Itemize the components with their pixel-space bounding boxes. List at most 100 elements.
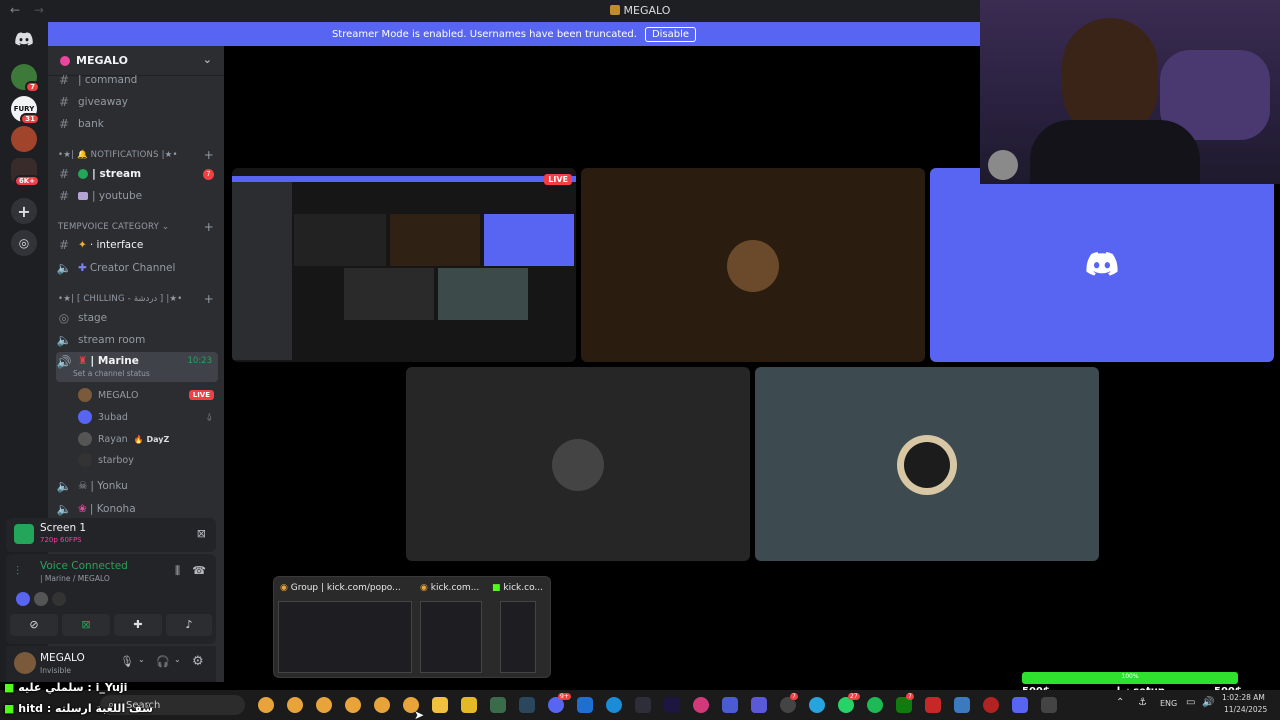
green-circle-icon: [78, 169, 88, 179]
noise-suppression-icon[interactable]: ⫼: [175, 564, 180, 578]
voice-channel[interactable]: | Marine / MEGALO: [40, 574, 110, 583]
stream-tile[interactable]: LIVE: [232, 168, 576, 362]
preview-thumb-3[interactable]: [500, 601, 536, 673]
discord-icon[interactable]: [1012, 697, 1028, 713]
webcam-overlay: [980, 0, 1280, 184]
voice-user[interactable]: starboy: [78, 450, 218, 470]
telegram-icon[interactable]: [809, 697, 825, 713]
channel-giveaway[interactable]: # giveaway: [56, 92, 218, 112]
screen-share-panel: Screen 1 720p 60FPS ⊠: [6, 518, 216, 552]
channel-status[interactable]: Set a channel status: [73, 369, 150, 378]
disconnect-icon[interactable]: ☎: [192, 564, 206, 577]
excel-icon[interactable]: [490, 697, 506, 713]
network-icon[interactable]: ▭: [1186, 697, 1195, 708]
screen-share-button[interactable]: ⊠: [62, 614, 110, 636]
user-tile-1[interactable]: [581, 168, 925, 362]
photoshop-icon[interactable]: [635, 697, 651, 713]
teams-icon[interactable]: [751, 697, 767, 713]
voice-user[interactable]: MEGALO LIVE: [78, 385, 218, 405]
chrome-icon[interactable]: [316, 697, 332, 713]
file-explorer-icon[interactable]: [432, 697, 448, 713]
app-icon[interactable]: [461, 697, 477, 713]
app-icon[interactable]: [954, 697, 970, 713]
chevron-down-icon[interactable]: ⌄: [174, 655, 181, 664]
user-tile-4[interactable]: [755, 367, 1099, 561]
chrome-icon[interactable]: [287, 697, 303, 713]
avatar[interactable]: [34, 592, 48, 606]
server-avatar-1[interactable]: 7: [11, 64, 40, 93]
taskbar-preview[interactable]: ◉ Group | kick.com/popo... ◉ kick.com...…: [273, 576, 551, 678]
soundboard-button[interactable]: ♪: [166, 614, 212, 636]
stop-stream-icon[interactable]: ⊠: [197, 527, 206, 540]
voice-status[interactable]: Voice Connected: [40, 560, 128, 572]
user-tile-2[interactable]: [930, 168, 1274, 362]
app-icon[interactable]: [1041, 697, 1057, 713]
app-icon[interactable]: [983, 697, 999, 713]
app-icon[interactable]: [577, 697, 593, 713]
chevron-down-icon[interactable]: ⌄: [138, 655, 145, 664]
disable-button[interactable]: Disable: [644, 26, 697, 42]
language-indicator[interactable]: ENG: [1160, 699, 1177, 708]
voice-user[interactable]: 3ubad ⍙: [78, 407, 218, 427]
tray-app-icon[interactable]: ⚓: [1138, 697, 1147, 708]
preview-thumb-1[interactable]: [278, 601, 412, 673]
chrome-icon[interactable]: [258, 697, 274, 713]
activities-button[interactable]: ✚: [114, 614, 162, 636]
edge-icon[interactable]: [606, 697, 622, 713]
preview-tab-2[interactable]: ◉ kick.com...: [420, 583, 490, 593]
spotify-icon[interactable]: [867, 697, 883, 713]
chrome-icon[interactable]: [374, 697, 390, 713]
preview-tab-3[interactable]: ■ kick.co...: [492, 583, 550, 593]
camera-off-button[interactable]: ⊘: [10, 614, 58, 636]
add-server-icon[interactable]: +: [11, 198, 37, 224]
steam-icon[interactable]: [519, 697, 535, 713]
settings-gear-icon[interactable]: ⚙: [192, 654, 204, 669]
channel-konoha[interactable]: 🔈 ❀ | Konoha: [56, 499, 218, 519]
channel-stream-room[interactable]: 🔈 stream room: [56, 330, 218, 350]
tray-chevron-icon[interactable]: ⌃: [1116, 697, 1124, 708]
avatar[interactable]: [16, 592, 30, 606]
preview-thumb-2[interactable]: [420, 601, 482, 673]
server-avatar-3[interactable]: [11, 126, 37, 152]
server-fury[interactable]: FURY 31: [11, 96, 40, 125]
kick-icon: ■: [4, 702, 15, 715]
voice-user[interactable]: Rayan 🔥 DayZ: [78, 429, 218, 449]
channel-creator[interactable]: 🔈 ✚ Creator Channel: [56, 258, 218, 278]
add-channel-icon[interactable]: +: [204, 148, 214, 162]
channel-youtube[interactable]: # | youtube: [56, 186, 218, 206]
avatar[interactable]: [14, 652, 36, 674]
avatar[interactable]: [52, 592, 66, 606]
premiere-icon[interactable]: [664, 697, 680, 713]
channel-interface[interactable]: # ✦ · interface: [56, 235, 218, 255]
screen-quality: 720p 60FPS: [40, 536, 82, 544]
username[interactable]: MEGALO: [40, 652, 85, 664]
user-tile-3[interactable]: [406, 367, 750, 561]
signal-icon[interactable]: ⫶: [16, 564, 19, 579]
discord-home-icon[interactable]: [11, 26, 37, 52]
stream-mini-tile: [390, 214, 480, 266]
channel-yonku[interactable]: 🔈 ☠ | Yonku: [56, 476, 218, 496]
explore-icon[interactable]: ◎: [11, 230, 37, 256]
app-icon[interactable]: [925, 697, 941, 713]
server-folder[interactable]: 6K+: [11, 158, 40, 187]
microphone-icon[interactable]: 🎙: [120, 655, 134, 668]
category-notifications[interactable]: •★| 🔔 NOTIFICATIONS |★• +: [58, 148, 218, 164]
obs-icon[interactable]: [693, 697, 709, 713]
volume-icon[interactable]: 🔊: [1202, 697, 1214, 708]
chevron-down-icon[interactable]: ⌄: [203, 53, 212, 66]
chrome-icon[interactable]: [345, 697, 361, 713]
clock-time[interactable]: 1:02:28 AM: [1222, 693, 1265, 702]
headphones-icon[interactable]: 🎧: [156, 655, 170, 668]
channel-bank[interactable]: # bank: [56, 114, 218, 134]
channel-marine[interactable]: 🔊 ♜ | Marine 10:23 Set a channel status: [56, 352, 218, 382]
category-chilling[interactable]: •★| [ CHILLING - دردشة ] |★• +: [58, 292, 218, 308]
channel-stage[interactable]: ◎ stage: [56, 308, 218, 328]
app-icon[interactable]: [722, 697, 738, 713]
category-tempvoice[interactable]: TEMPVOICE CATEGORY ⌄ +: [58, 220, 218, 236]
channel-stream[interactable]: # | stream 7: [56, 164, 218, 184]
clock-date[interactable]: 11/24/2025: [1224, 705, 1267, 714]
preview-tab-1[interactable]: ◉ Group | kick.com/popo...: [280, 583, 416, 593]
channel-command[interactable]: # | command: [56, 70, 218, 90]
add-channel-icon[interactable]: +: [204, 220, 214, 234]
add-channel-icon[interactable]: +: [204, 292, 214, 306]
